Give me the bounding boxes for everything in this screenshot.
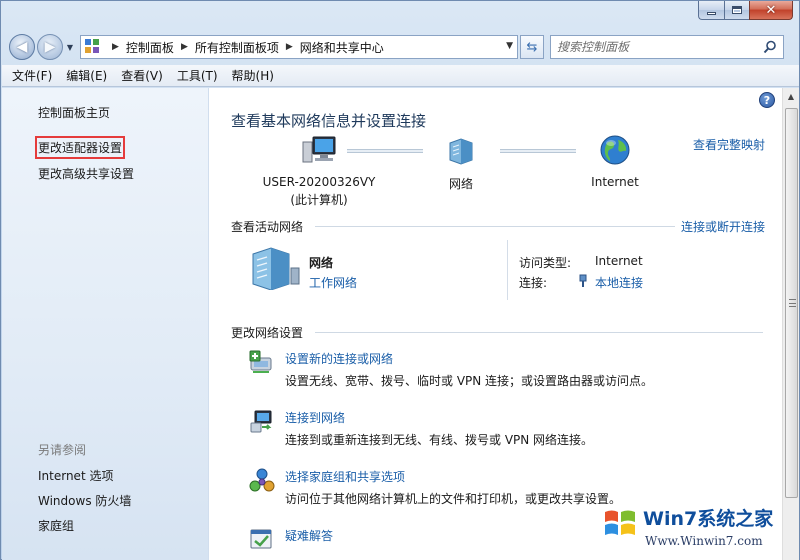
computer-note: (此计算机)	[290, 193, 348, 207]
breadcrumb-control-panel[interactable]: 控制面板	[126, 39, 174, 56]
sidebar-item-homegroup[interactable]: 家庭组	[38, 517, 74, 534]
internet-label: Internet	[591, 175, 639, 189]
connection-label: 连接:	[519, 276, 548, 290]
section-divider	[315, 226, 675, 227]
content-area: 控制面板主页 更改适配器设置 更改高级共享设置 另请参阅 Internet 选项…	[2, 88, 799, 560]
change-settings-heading: 更改网络设置	[231, 326, 304, 340]
page-title: 查看基本网络信息并设置连接	[231, 112, 427, 130]
maximize-button[interactable]	[724, 1, 749, 20]
active-network-name: 网络	[309, 256, 334, 270]
map-computer[interactable]: USER-20200326VY (此计算机)	[249, 136, 389, 208]
back-arrow-icon: ◀	[16, 39, 28, 55]
connect-network-icon	[250, 410, 272, 433]
menu-view[interactable]: 查看(V)	[121, 67, 163, 84]
main-panel: ? 查看基本网络信息并设置连接 查看完整映射 USER-20200326VY (…	[209, 88, 799, 560]
troubleshoot-link[interactable]: 疑难解答	[285, 527, 333, 544]
view-full-map-link[interactable]: 查看完整映射	[693, 136, 765, 153]
computer-icon	[302, 136, 336, 163]
network-type-link[interactable]: 工作网络	[309, 274, 357, 291]
navigation-bar: ◀ ▶ ▼ ▶ 控制面板 ▶ 所有控制面板项 ▶ 网络和共享中心 ▼ ⇆	[9, 33, 793, 61]
close-button[interactable]: ✕	[749, 1, 793, 20]
grip-icon	[789, 299, 796, 307]
map-link-line	[500, 149, 576, 153]
active-networks-heading: 查看活动网络	[231, 220, 304, 234]
menu-tools[interactable]: 工具(T)	[177, 67, 218, 84]
menu-help[interactable]: 帮助(H)	[232, 67, 274, 84]
access-type-value: Internet	[595, 254, 643, 268]
connect-disconnect-link[interactable]: 连接或断开连接	[681, 218, 765, 235]
menu-file[interactable]: 文件(F)	[12, 67, 52, 84]
maximize-icon	[732, 6, 742, 14]
globe-icon	[600, 135, 630, 165]
vertical-divider	[507, 240, 508, 300]
connect-network-desc: 连接到或重新连接到无线、有线、拨号或 VPN 网络连接。	[285, 433, 594, 447]
breadcrumb-separator-icon[interactable]: ▶	[181, 42, 188, 52]
scroll-up-icon[interactable]: ▲	[783, 88, 799, 104]
homegroup-icon	[249, 468, 275, 492]
watermark-title: Win7系统之家	[643, 508, 774, 530]
breadcrumb-network-center[interactable]: 网络和共享中心	[300, 39, 384, 56]
new-connection-icon	[249, 350, 272, 373]
network-label: 网络	[448, 177, 473, 191]
setup-connection-link[interactable]: 设置新的连接或网络	[285, 350, 393, 367]
task-pane: 控制面板主页 更改适配器设置 更改高级共享设置 另请参阅 Internet 选项…	[2, 88, 209, 560]
chevron-down-icon: ▼	[66, 42, 74, 52]
search-input[interactable]	[557, 40, 757, 54]
setup-connection-desc: 设置无线、宽带、拨号、临时或 VPN 连接；或设置路由器或访问点。	[285, 374, 654, 388]
back-button[interactable]: ◀	[9, 34, 35, 60]
menu-edit[interactable]: 编辑(E)	[66, 67, 107, 84]
search-icon[interactable]	[763, 40, 777, 54]
sidebar-item-change-adapter-settings[interactable]: 更改适配器设置	[34, 136, 126, 159]
vertical-scrollbar[interactable]: ▲	[782, 88, 799, 560]
sidebar-item-advanced-sharing[interactable]: 更改高级共享设置	[38, 165, 134, 182]
breadcrumb-separator-icon[interactable]: ▶	[112, 42, 119, 52]
recent-pages-dropdown[interactable]: ▼	[64, 37, 76, 57]
map-link-line	[347, 149, 423, 153]
close-icon: ✕	[765, 2, 777, 18]
map-network[interactable]: 网络	[421, 136, 501, 192]
section-divider	[315, 332, 763, 333]
watermark: Win7系统之家 Www.Winwin7.com	[599, 498, 795, 558]
minimize-icon	[707, 11, 716, 15]
menu-bar: 文件(F) 编辑(E) 查看(V) 工具(T) 帮助(H)	[2, 65, 799, 87]
local-connection-link[interactable]: 本地连接	[595, 274, 643, 291]
breadcrumb-separator-icon[interactable]: ▶	[286, 42, 293, 52]
forward-arrow-icon: ▶	[44, 39, 56, 55]
refresh-icon: ⇆	[526, 39, 538, 55]
control-panel-icon	[85, 39, 101, 55]
connect-network-link[interactable]: 连接到网络	[285, 409, 345, 426]
map-internet[interactable]: Internet	[575, 134, 655, 189]
watermark-url: Www.Winwin7.com	[645, 534, 763, 548]
search-box[interactable]	[550, 35, 784, 59]
caption-buttons: ✕	[698, 1, 793, 20]
troubleshoot-icon	[250, 529, 272, 549]
see-also-heading: 另请参阅	[38, 443, 87, 457]
window: ✕ ◀ ▶ ▼ ▶ 控制面板 ▶ 所有控制面板项 ▶ 网络和共享中心 ▼ ⇆ 搜…	[0, 0, 800, 560]
ethernet-icon	[579, 274, 587, 287]
breadcrumb-all-items[interactable]: 所有控制面板项	[195, 39, 279, 56]
sidebar-item-internet-options[interactable]: Internet 选项	[38, 467, 113, 484]
homegroup-sharing-link[interactable]: 选择家庭组和共享选项	[285, 468, 405, 485]
forward-button[interactable]: ▶	[37, 34, 63, 60]
scrollbar-thumb[interactable]	[785, 108, 798, 498]
windows-logo-icon	[605, 510, 635, 535]
network-icon	[449, 138, 473, 165]
address-dropdown-icon[interactable]: ▼	[506, 41, 513, 51]
help-icon[interactable]: ?	[759, 92, 775, 108]
homegroup-sharing-desc: 访问位于其他网络计算机上的文件和打印机，或更改共享设置。	[285, 492, 622, 506]
minimize-button[interactable]	[698, 1, 724, 20]
address-bar[interactable]: ▶ 控制面板 ▶ 所有控制面板项 ▶ 网络和共享中心 ▼	[80, 35, 518, 59]
access-type-label: 访问类型:	[519, 256, 572, 270]
refresh-button[interactable]: ⇆	[520, 35, 544, 59]
sidebar-item-control-panel-home[interactable]: 控制面板主页	[38, 104, 110, 121]
sidebar-item-windows-firewall[interactable]: Windows 防火墙	[38, 492, 131, 509]
computer-name: USER-20200326VY	[262, 175, 376, 189]
network-building-icon	[252, 247, 300, 290]
